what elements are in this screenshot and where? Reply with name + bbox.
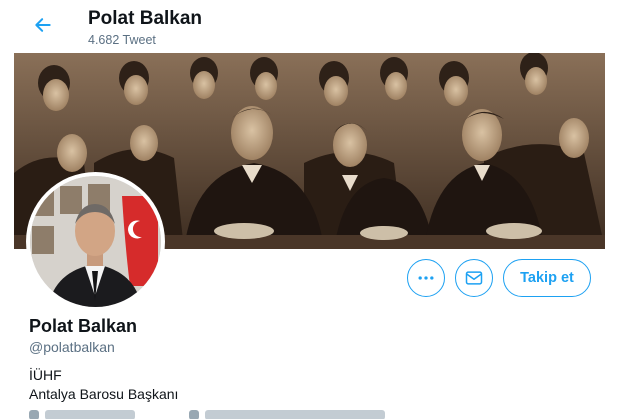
bio-line-2: Antalya Barosu Başkanı: [29, 386, 179, 402]
profile-header-bar: Polat Balkan 4.682 Tweet: [14, 0, 618, 52]
bio-line-1: İÜHF: [29, 367, 62, 383]
avatar-photo: [30, 176, 161, 307]
envelope-icon: [465, 271, 483, 285]
meta-text-fragment: [45, 410, 135, 419]
more-dots-icon: [418, 276, 434, 280]
calendar-icon: [189, 410, 199, 419]
more-options-button[interactable]: [407, 259, 445, 297]
location-icon: [29, 410, 39, 419]
profile-handle: @polatbalkan: [29, 339, 115, 355]
follow-button[interactable]: Takip et: [503, 259, 591, 297]
message-button[interactable]: [455, 259, 493, 297]
profile-page: Polat Balkan 4.682 Tweet Takip et Polat …: [0, 0, 632, 419]
header-profile-name: Polat Balkan: [88, 8, 203, 29]
back-button[interactable]: [30, 12, 56, 38]
header-tweet-count: 4.682 Tweet: [88, 33, 156, 47]
avatar-image: [30, 176, 161, 307]
profile-meta-row: [29, 410, 389, 419]
arrow-left-icon: [35, 18, 51, 32]
profile-avatar[interactable]: [26, 172, 165, 311]
profile-name: Polat Balkan: [29, 316, 138, 336]
meta-text-fragment: [205, 410, 385, 419]
